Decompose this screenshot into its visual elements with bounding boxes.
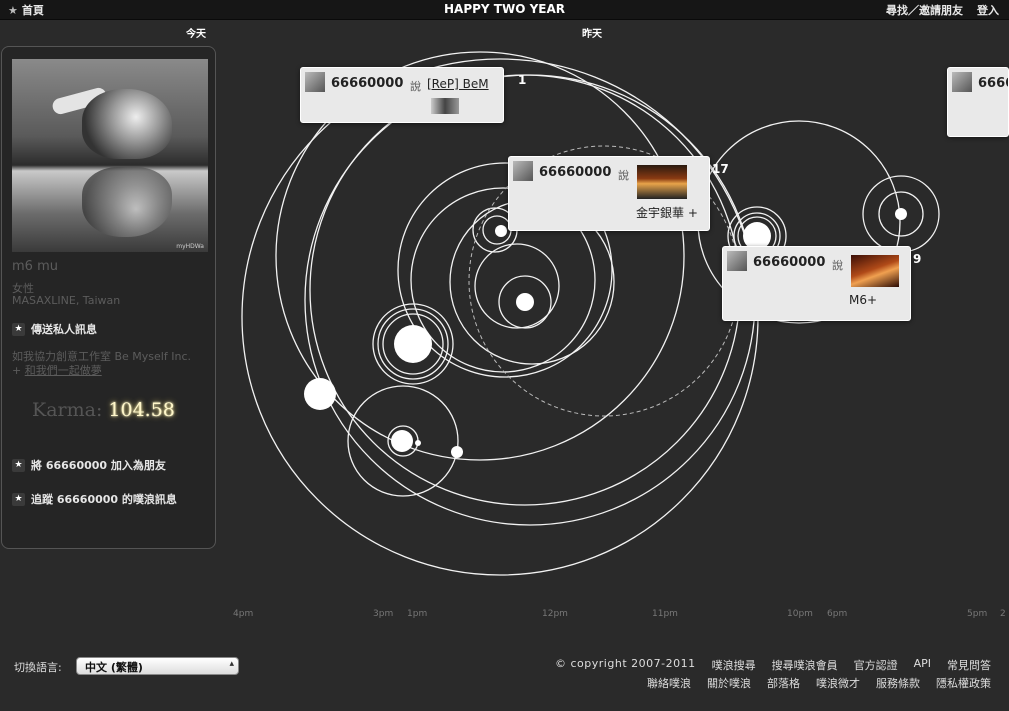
user-avatar — [952, 72, 972, 92]
time-tick: 12pm — [542, 609, 568, 619]
footer-link[interactable]: API — [914, 657, 931, 673]
user-avatar — [727, 251, 747, 271]
user-avatar — [305, 72, 325, 92]
send-private-message-button[interactable]: ★ 傳送私人訊息 — [12, 321, 97, 337]
language-label: 切換語言: — [14, 661, 62, 674]
plurk-image[interactable] — [851, 255, 899, 287]
footer-link[interactable]: 隱私權政策 — [936, 675, 991, 691]
star-icon: ★ — [12, 458, 25, 472]
copyright: © copyright 2007-2011 — [555, 657, 696, 670]
karma: Karma: 104.58 — [32, 399, 175, 421]
footer-link[interactable]: 聯絡噗浪 — [647, 675, 691, 691]
follow-label: 追蹤 66660000 的噗浪訊息 — [31, 493, 177, 506]
plurk-verb: 說 — [832, 259, 843, 272]
add-friend-label: 將 66660000 加入為朋友 — [31, 459, 166, 472]
footer-link[interactable]: 官方認證 — [854, 657, 898, 673]
plurk-image[interactable] — [637, 165, 687, 199]
footer-link[interactable]: 常見問答 — [947, 657, 991, 673]
karma-label: Karma: — [32, 399, 103, 421]
footer-links-row-1: © copyright 2007-2011 噗浪搜尋 搜尋噗浪會員 官方認證 A… — [555, 657, 991, 673]
user-avatar — [513, 161, 533, 181]
footer-link[interactable]: 服務條款 — [876, 675, 920, 691]
plurk-image[interactable] — [431, 98, 459, 114]
plurk-card[interactable]: 6666 — [947, 67, 1009, 137]
profile-bio-text: 如我協力創意工作室 Be Myself Inc. — [12, 350, 191, 363]
plurk-verb: 說 — [410, 80, 421, 93]
select-arrows-icon: ▴ — [229, 659, 234, 669]
plurk-user: 6666 — [978, 76, 1008, 91]
response-count: 1 — [518, 73, 527, 87]
star-icon: ★ — [12, 322, 25, 336]
plurk-card[interactable]: 66660000 說 金宇銀華 + — [508, 156, 710, 231]
plurk-verb: 說 — [618, 169, 629, 182]
time-tick: 5pm — [967, 609, 988, 619]
plurk-card[interactable]: 66660000 說 [ReP] BeM — [300, 67, 504, 123]
star-icon: ★ — [12, 492, 25, 506]
footer-link[interactable]: 噗浪搜尋 — [712, 657, 756, 673]
plurk-text: 金宇銀華 + — [636, 206, 698, 220]
plurk-user: 66660000 — [331, 76, 404, 91]
time-tick: 2 — [1000, 609, 1006, 619]
language-select[interactable]: 中文 (繁體) ▴ — [76, 657, 239, 675]
add-friend-button[interactable]: ★ 將 66660000 加入為朋友 — [12, 457, 166, 473]
karma-value: 104.58 — [108, 399, 175, 421]
footer-link[interactable]: 關於噗浪 — [707, 675, 751, 691]
profile-bio: 如我協力創意工作室 Be Myself Inc. + 和我們一起做夢 — [12, 350, 212, 378]
plurk-user: 66660000 — [753, 255, 826, 270]
time-tick: 10pm — [787, 609, 813, 619]
profile-sidebar: myHDWa m6 mu 女性 MASAXLINE, Taiwan ★ 傳送私人… — [1, 46, 216, 549]
send-private-message-label: 傳送私人訊息 — [31, 323, 97, 336]
language-selected-value: 中文 (繁體) — [85, 661, 143, 674]
bio-link-prefix: + — [12, 364, 25, 377]
bio-link[interactable]: 和我們一起做夢 — [25, 364, 102, 377]
response-count: 9 — [913, 252, 922, 266]
plurk-text: M6+ — [849, 293, 878, 307]
footer-links-row-2: 聯絡噗浪 關於噗浪 部落格 噗浪微才 服務條款 隱私權政策 — [647, 675, 991, 691]
time-tick: 3pm — [373, 609, 394, 619]
footer-link[interactable]: 搜尋噗浪會員 — [772, 657, 838, 673]
profile-avatar: myHDWa — [12, 59, 208, 252]
plurk-text[interactable]: [ReP] BeM — [427, 77, 489, 91]
profile-location: MASAXLINE, Taiwan — [12, 294, 121, 307]
response-count: 17 — [712, 162, 729, 176]
plurk-card[interactable]: 66660000 說 M6+ — [722, 246, 911, 321]
time-tick: 4pm — [233, 609, 254, 619]
avatar-watermark: myHDWa — [176, 243, 204, 250]
profile-name: m6 mu — [12, 259, 58, 274]
follow-button[interactable]: ★ 追蹤 66660000 的噗浪訊息 — [12, 491, 177, 507]
time-tick: 11pm — [652, 609, 678, 619]
footer-link[interactable]: 噗浪微才 — [816, 675, 860, 691]
time-tick: 1pm — [407, 609, 428, 619]
plurk-user: 66660000 — [539, 165, 612, 180]
footer-link[interactable]: 部落格 — [767, 675, 800, 691]
time-tick: 6pm — [827, 609, 848, 619]
